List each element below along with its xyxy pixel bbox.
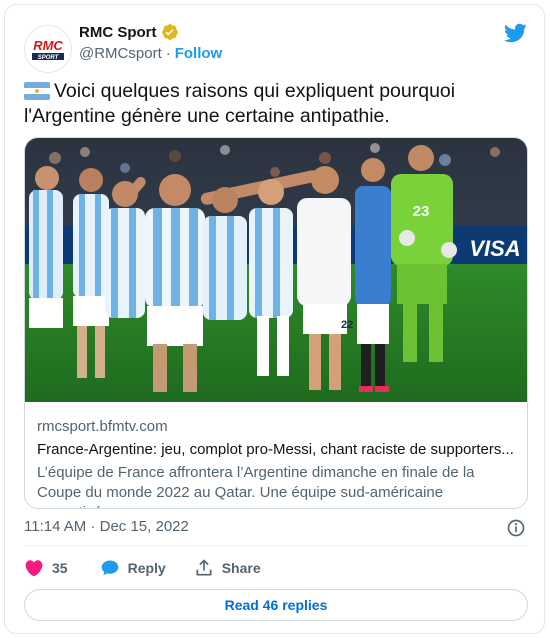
- verified-badge-icon: [161, 24, 178, 40]
- link-preview-image[interactable]: VISA 22 23: [25, 138, 527, 402]
- link-domain: rmcsport.bfmtv.com: [37, 418, 168, 435]
- read-replies-button[interactable]: Read 46 replies: [24, 589, 528, 621]
- link-description: L’équipe de France affrontera l’Argentin…: [37, 464, 475, 508]
- action-bar: 35 Reply Share: [24, 556, 279, 580]
- like-count: 35: [52, 560, 68, 576]
- info-icon[interactable]: [506, 518, 526, 538]
- avatar-logo-text: RMC: [33, 38, 63, 53]
- heart-icon: [25, 560, 43, 577]
- reply-bubble-icon: [101, 560, 118, 576]
- argentina-flag-icon: [24, 82, 50, 100]
- reply-label: Reply: [127, 560, 166, 576]
- link-preview-card[interactable]: VISA 22 23 rmcsport.bfmtv.com France-Arg…: [24, 137, 528, 509]
- tweet-timestamp[interactable]: 11:14 AM · Dec 15, 2022: [24, 518, 189, 535]
- twitter-bird-icon[interactable]: [503, 21, 527, 45]
- tweet-date: Dec 15, 2022: [99, 518, 189, 535]
- tweet-text: Voici quelques raisons qui expliquent po…: [24, 79, 534, 129]
- board-text: VISA: [469, 236, 520, 261]
- avatar-logo-subtext: SPORT: [38, 55, 60, 61]
- tweet-body: Voici quelques raisons qui expliquent po…: [24, 80, 456, 127]
- tweet-time: 11:14 AM: [24, 518, 87, 535]
- divider: [24, 545, 528, 546]
- like-button[interactable]: 35: [24, 558, 68, 578]
- share-button[interactable]: Share: [194, 558, 261, 578]
- handle-separator: ·: [165, 45, 171, 62]
- reply-button[interactable]: Reply: [100, 558, 166, 578]
- author-name[interactable]: RMC Sport: [79, 24, 157, 41]
- player-shorts-number: 22: [341, 319, 353, 331]
- link-title: France-Argentine: jeu, complot pro-Messi…: [37, 441, 519, 458]
- share-icon: [196, 559, 212, 576]
- share-label: Share: [221, 560, 261, 576]
- follow-button[interactable]: Follow: [175, 45, 223, 62]
- author-handle[interactable]: @RMCsport: [79, 45, 162, 62]
- goalkeeper-number: 23: [413, 203, 430, 220]
- timestamp-separator: ·: [90, 518, 96, 535]
- tweet-card: RMC SPORT RMC Sport @RMCsport · Follow V…: [4, 4, 545, 634]
- avatar[interactable]: RMC SPORT: [24, 25, 72, 73]
